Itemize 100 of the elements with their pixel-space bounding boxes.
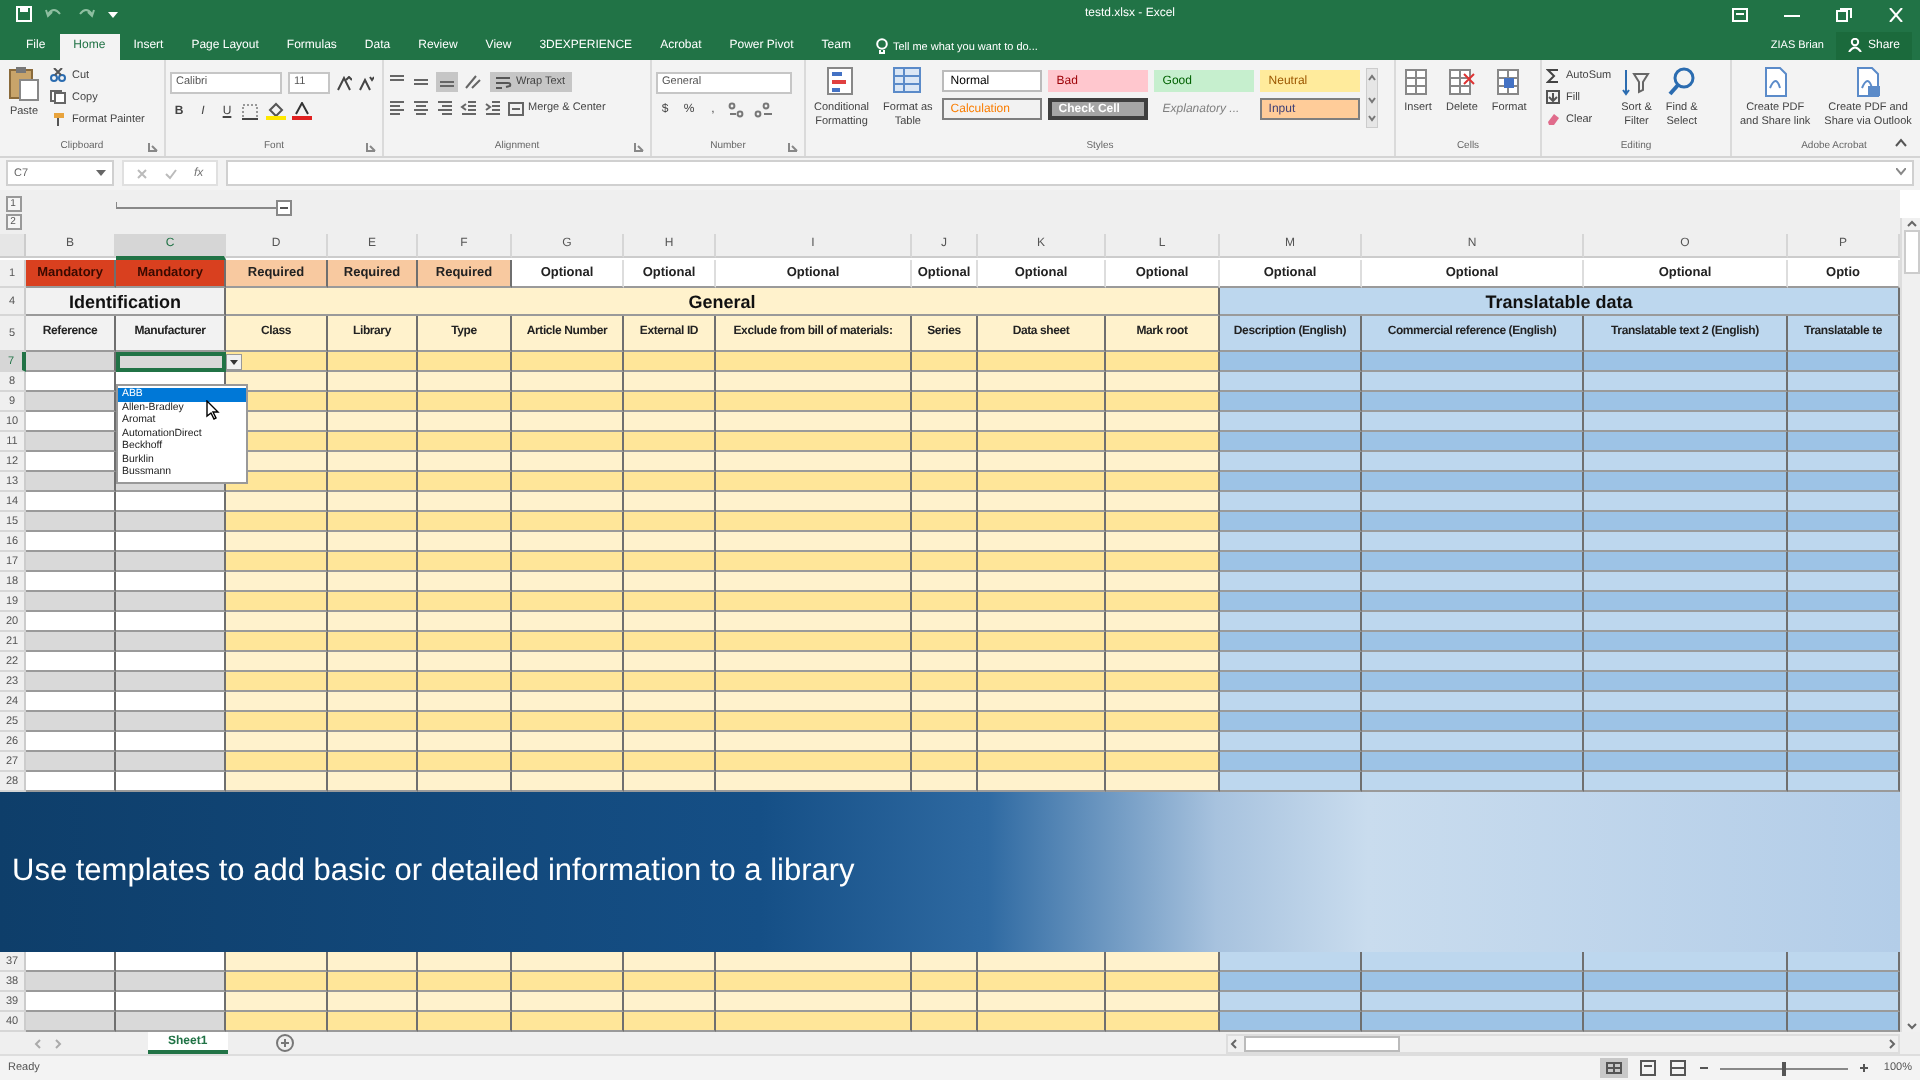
table-cell[interactable] xyxy=(328,592,418,613)
table-cell[interactable] xyxy=(912,972,978,993)
table-cell[interactable] xyxy=(1584,592,1788,613)
table-cell[interactable] xyxy=(418,632,512,653)
table-cell[interactable] xyxy=(624,552,716,573)
table-cell[interactable] xyxy=(978,992,1106,1013)
table-cell[interactable] xyxy=(512,612,624,633)
table-cell[interactable] xyxy=(624,632,716,653)
table-cell[interactable] xyxy=(1220,432,1362,453)
table-cell[interactable] xyxy=(418,372,512,393)
table-cell[interactable] xyxy=(624,1012,716,1033)
table-cell[interactable] xyxy=(1584,512,1788,533)
table-cell[interactable] xyxy=(1584,432,1788,453)
table-cell[interactable] xyxy=(26,452,116,473)
table-cell[interactable] xyxy=(624,692,716,713)
table-cell[interactable] xyxy=(328,992,418,1013)
table-cell[interactable] xyxy=(1106,732,1220,753)
table-cell[interactable] xyxy=(1106,752,1220,773)
table-cell[interactable] xyxy=(226,712,328,733)
enter-icon[interactable] xyxy=(164,167,178,180)
table-cell[interactable] xyxy=(716,432,912,453)
increase-decimal-icon[interactable] xyxy=(728,102,748,119)
table-cell[interactable] xyxy=(512,572,624,593)
table-cell[interactable] xyxy=(512,732,624,753)
table-cell[interactable] xyxy=(226,532,328,553)
table-cell[interactable] xyxy=(624,412,716,433)
table-cell[interactable] xyxy=(1362,992,1584,1013)
table-cell[interactable] xyxy=(512,492,624,513)
table-cell[interactable] xyxy=(26,672,116,693)
table-cell[interactable] xyxy=(512,532,624,553)
table-cell[interactable] xyxy=(624,612,716,633)
page-layout-view-icon[interactable] xyxy=(1637,1060,1658,1077)
table-cell[interactable] xyxy=(912,532,978,553)
table-cell[interactable] xyxy=(1106,652,1220,673)
table-cell[interactable] xyxy=(116,552,226,573)
table-cell[interactable] xyxy=(1220,552,1362,573)
table-cell[interactable] xyxy=(716,412,912,433)
add-sheet-icon[interactable] xyxy=(275,1034,294,1053)
table-cell[interactable] xyxy=(978,352,1106,373)
table-cell[interactable] xyxy=(116,532,226,553)
table-cell[interactable] xyxy=(1788,452,1900,473)
table-cell[interactable] xyxy=(624,592,716,613)
table-cell[interactable] xyxy=(116,992,226,1013)
table-cell[interactable] xyxy=(1106,612,1220,633)
table-cell[interactable] xyxy=(512,972,624,993)
scroll-thumb[interactable] xyxy=(1903,230,1919,275)
table-cell[interactable] xyxy=(328,492,418,513)
table-cell[interactable] xyxy=(1584,772,1788,793)
table-cell[interactable] xyxy=(1584,612,1788,633)
table-cell[interactable] xyxy=(226,752,328,773)
table-cell[interactable] xyxy=(1106,492,1220,513)
table-cell[interactable] xyxy=(116,572,226,593)
table-cell[interactable] xyxy=(912,492,978,513)
table-cell[interactable] xyxy=(26,752,116,773)
table-cell[interactable] xyxy=(328,552,418,573)
table-cell[interactable] xyxy=(1106,392,1220,413)
table-cell[interactable] xyxy=(1220,712,1362,733)
table-cell[interactable] xyxy=(1106,692,1220,713)
scroll-thumb[interactable] xyxy=(1244,1035,1400,1052)
dialog-launcher-icon[interactable] xyxy=(366,141,376,152)
table-cell[interactable] xyxy=(226,952,328,973)
table-cell[interactable] xyxy=(1106,592,1220,613)
table-cell[interactable] xyxy=(26,712,116,733)
table-cell[interactable] xyxy=(1106,512,1220,533)
table-cell[interactable] xyxy=(1220,372,1362,393)
table-cell[interactable] xyxy=(912,572,978,593)
table-cell[interactable] xyxy=(716,452,912,473)
table-cell[interactable] xyxy=(1220,492,1362,513)
table-cell[interactable] xyxy=(978,712,1106,733)
table-cell[interactable] xyxy=(328,472,418,493)
table-cell[interactable] xyxy=(716,392,912,413)
table-cell[interactable] xyxy=(1584,712,1788,733)
table-cell[interactable] xyxy=(116,512,226,533)
table-cell[interactable] xyxy=(624,652,716,673)
table-cell[interactable] xyxy=(226,592,328,613)
table-cell[interactable] xyxy=(978,632,1106,653)
cancel-icon[interactable] xyxy=(136,167,148,180)
table-cell[interactable] xyxy=(512,772,624,793)
zoom-slider-thumb[interactable] xyxy=(1781,1061,1786,1076)
table-cell[interactable] xyxy=(1220,412,1362,433)
table-cell[interactable] xyxy=(116,1012,226,1033)
table-cell[interactable] xyxy=(1220,1012,1362,1033)
table-cell[interactable] xyxy=(418,752,512,773)
table-cell[interactable] xyxy=(716,752,912,773)
table-cell[interactable] xyxy=(1584,472,1788,493)
table-cell[interactable] xyxy=(1362,772,1584,793)
table-cell[interactable] xyxy=(328,672,418,693)
table-cell[interactable] xyxy=(716,532,912,553)
table-cell[interactable] xyxy=(328,432,418,453)
table-cell[interactable] xyxy=(26,612,116,633)
table-cell[interactable] xyxy=(26,772,116,793)
table-cell[interactable] xyxy=(912,352,978,373)
table-cell[interactable] xyxy=(1584,1012,1788,1033)
table-cell[interactable] xyxy=(512,592,624,613)
table-cell[interactable] xyxy=(1220,352,1362,373)
table-cell[interactable] xyxy=(912,592,978,613)
page-break-view-icon[interactable] xyxy=(1667,1060,1688,1077)
table-cell[interactable] xyxy=(328,752,418,773)
table-cell[interactable] xyxy=(978,772,1106,793)
table-cell[interactable] xyxy=(716,692,912,713)
